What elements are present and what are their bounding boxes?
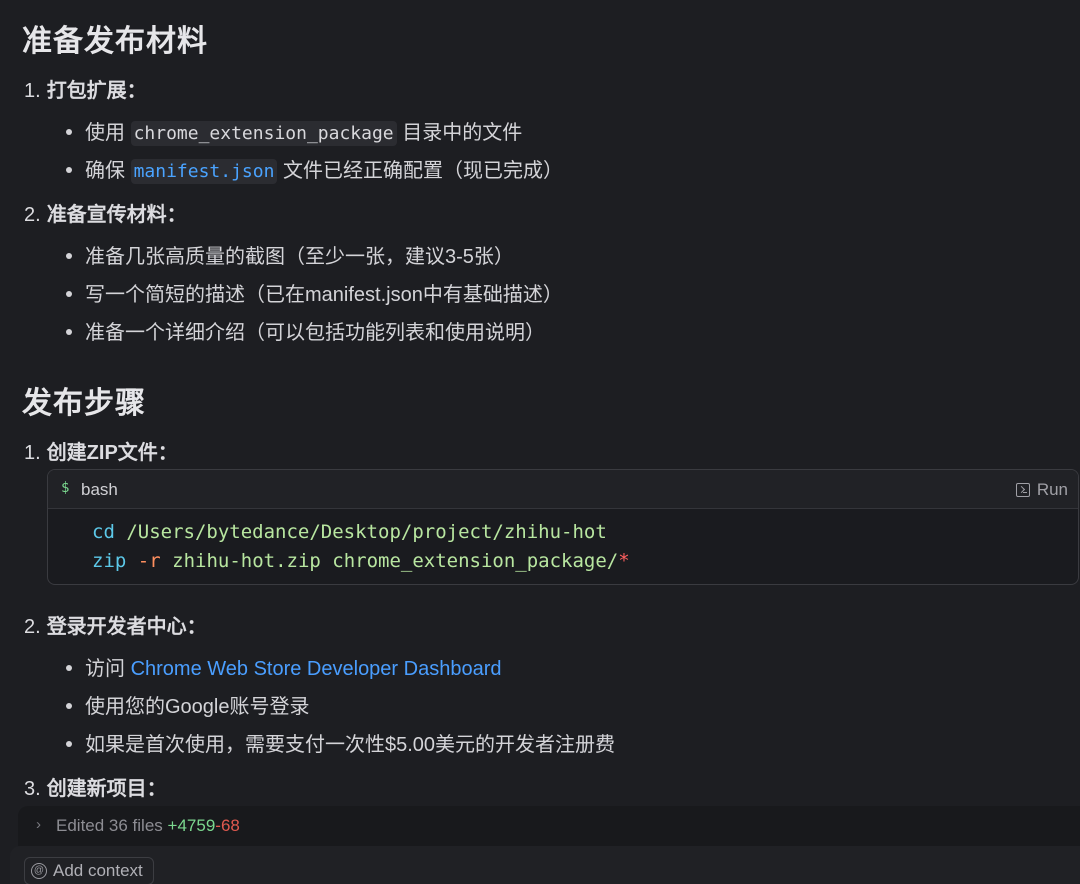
step-number: 1. — [24, 442, 41, 464]
code-line: cd /Users/bytedance/Desktop/project/zhih… — [92, 518, 630, 547]
step-label: 创建ZIP文件： — [46, 442, 178, 464]
code-command: cd — [92, 521, 115, 543]
code-line: zip -r zhihu-hot.zip chrome_extension_pa… — [92, 547, 630, 576]
list-item-text: 确保 — [85, 160, 125, 182]
heading-prepare: 准备发布材料 — [22, 25, 208, 58]
code-argument: /Users/bytedance/Desktop/project/zhihu-h… — [126, 521, 607, 543]
step-number: 3. — [24, 778, 41, 800]
step-label: 登录开发者中心： — [46, 616, 207, 638]
chevron-right-icon[interactable]: › — [36, 816, 41, 833]
add-context-button[interactable]: @ Add context — [24, 857, 154, 884]
bullet — [66, 702, 72, 709]
step-create-project: 3. 创建新项目： — [24, 772, 167, 801]
code-flag: -r — [137, 550, 161, 572]
list-item-text: 使用您的Google账号登录 — [85, 696, 310, 718]
step-label: 打包扩展： — [46, 80, 147, 102]
edited-files-text: Edited 36 files — [56, 816, 163, 835]
list-item: 准备一个详细介绍（可以包括功能列表和使用说明） — [66, 316, 545, 345]
list-item-text: 如果是首次使用，需要支付一次性$5.00美元的开发者注册费 — [85, 734, 616, 756]
bullet — [66, 290, 72, 297]
bullet — [66, 328, 72, 335]
step-number: 2. — [24, 204, 41, 226]
step-create-zip: 1. 创建ZIP文件： — [24, 436, 178, 465]
step-pack-extension: 1. 打包扩展： — [24, 74, 147, 103]
bullet — [66, 252, 72, 259]
inline-code: chrome_extension_package — [130, 121, 397, 146]
bullet — [66, 664, 72, 671]
additions-count: +4759 — [167, 816, 216, 835]
list-item-text: 使用 — [85, 122, 125, 144]
run-label: Run — [1036, 480, 1068, 499]
edited-files-summary: Edited 36 files +4759-68 — [56, 816, 240, 836]
list-item: 写一个简短的描述（已在manifest.json中有基础描述） — [66, 278, 563, 307]
dashboard-link[interactable]: Chrome Web Store Developer Dashboard — [131, 658, 502, 680]
at-sign-icon: @ — [31, 863, 47, 879]
list-item: 使用您的Google账号登录 — [66, 690, 310, 719]
run-button[interactable]: Run — [1015, 480, 1068, 500]
code-content[interactable]: cd /Users/bytedance/Desktop/project/zhih… — [92, 518, 630, 576]
list-item: 准备几张高质量的截图（至少一张，建议3-5张） — [66, 240, 514, 269]
bullet — [66, 128, 72, 135]
step-number: 2. — [24, 616, 41, 638]
edited-files-bar[interactable]: › Edited 36 files +4759-68 — [18, 806, 1080, 846]
deletions-count: -68 — [215, 816, 240, 835]
list-item-text: 准备一个详细介绍（可以包括功能列表和使用说明） — [85, 322, 545, 344]
step-number: 1. — [24, 80, 41, 102]
list-item-text: 访问 — [85, 658, 125, 680]
code-block: $ bash Run cd /Users/bytedance/Desktop/p… — [47, 469, 1079, 585]
inline-code-link[interactable]: manifest.json — [130, 159, 278, 184]
terminal-icon — [1015, 483, 1030, 497]
list-item-text: 目录中的文件 — [402, 122, 523, 144]
list-item: 访问 Chrome Web Store Developer Dashboard — [66, 652, 502, 681]
code-language-label: bash — [81, 480, 118, 499]
bullet — [66, 740, 72, 747]
step-label: 准备宣传材料： — [46, 204, 187, 226]
step-login-dev-center: 2. 登录开发者中心： — [24, 610, 207, 639]
chat-message: 准备发布材料 1. 打包扩展： 使用 chrome_extension_packa… — [0, 0, 1080, 884]
step-prepare-promo: 2. 准备宣传材料： — [24, 198, 187, 227]
list-item: 确保 manifest.json 文件已经正确配置（现已完成） — [66, 154, 564, 184]
terminal-prompt-icon: $ — [61, 480, 70, 496]
code-block-header: $ bash Run — [48, 470, 1078, 509]
list-item-text: 准备几张高质量的截图（至少一张，建议3-5张） — [85, 246, 514, 268]
composer: @ Add context — [10, 846, 1080, 884]
heading-publish: 发布步骤 — [22, 387, 146, 420]
code-command: zip — [92, 550, 127, 572]
list-item-text: 文件已经正确配置（现已完成） — [283, 160, 564, 182]
step-label: 创建新项目： — [46, 778, 167, 800]
bullet — [66, 166, 72, 173]
code-glob: * — [618, 550, 630, 572]
list-item-text: 写一个简短的描述（已在manifest.json中有基础描述） — [85, 284, 563, 306]
add-context-label: Add context — [53, 861, 143, 880]
list-item: 如果是首次使用，需要支付一次性$5.00美元的开发者注册费 — [66, 728, 615, 757]
list-item: 使用 chrome_extension_package 目录中的文件 — [66, 116, 523, 146]
code-argument: zhihu-hot.zip chrome_extension_package/ — [172, 550, 619, 572]
